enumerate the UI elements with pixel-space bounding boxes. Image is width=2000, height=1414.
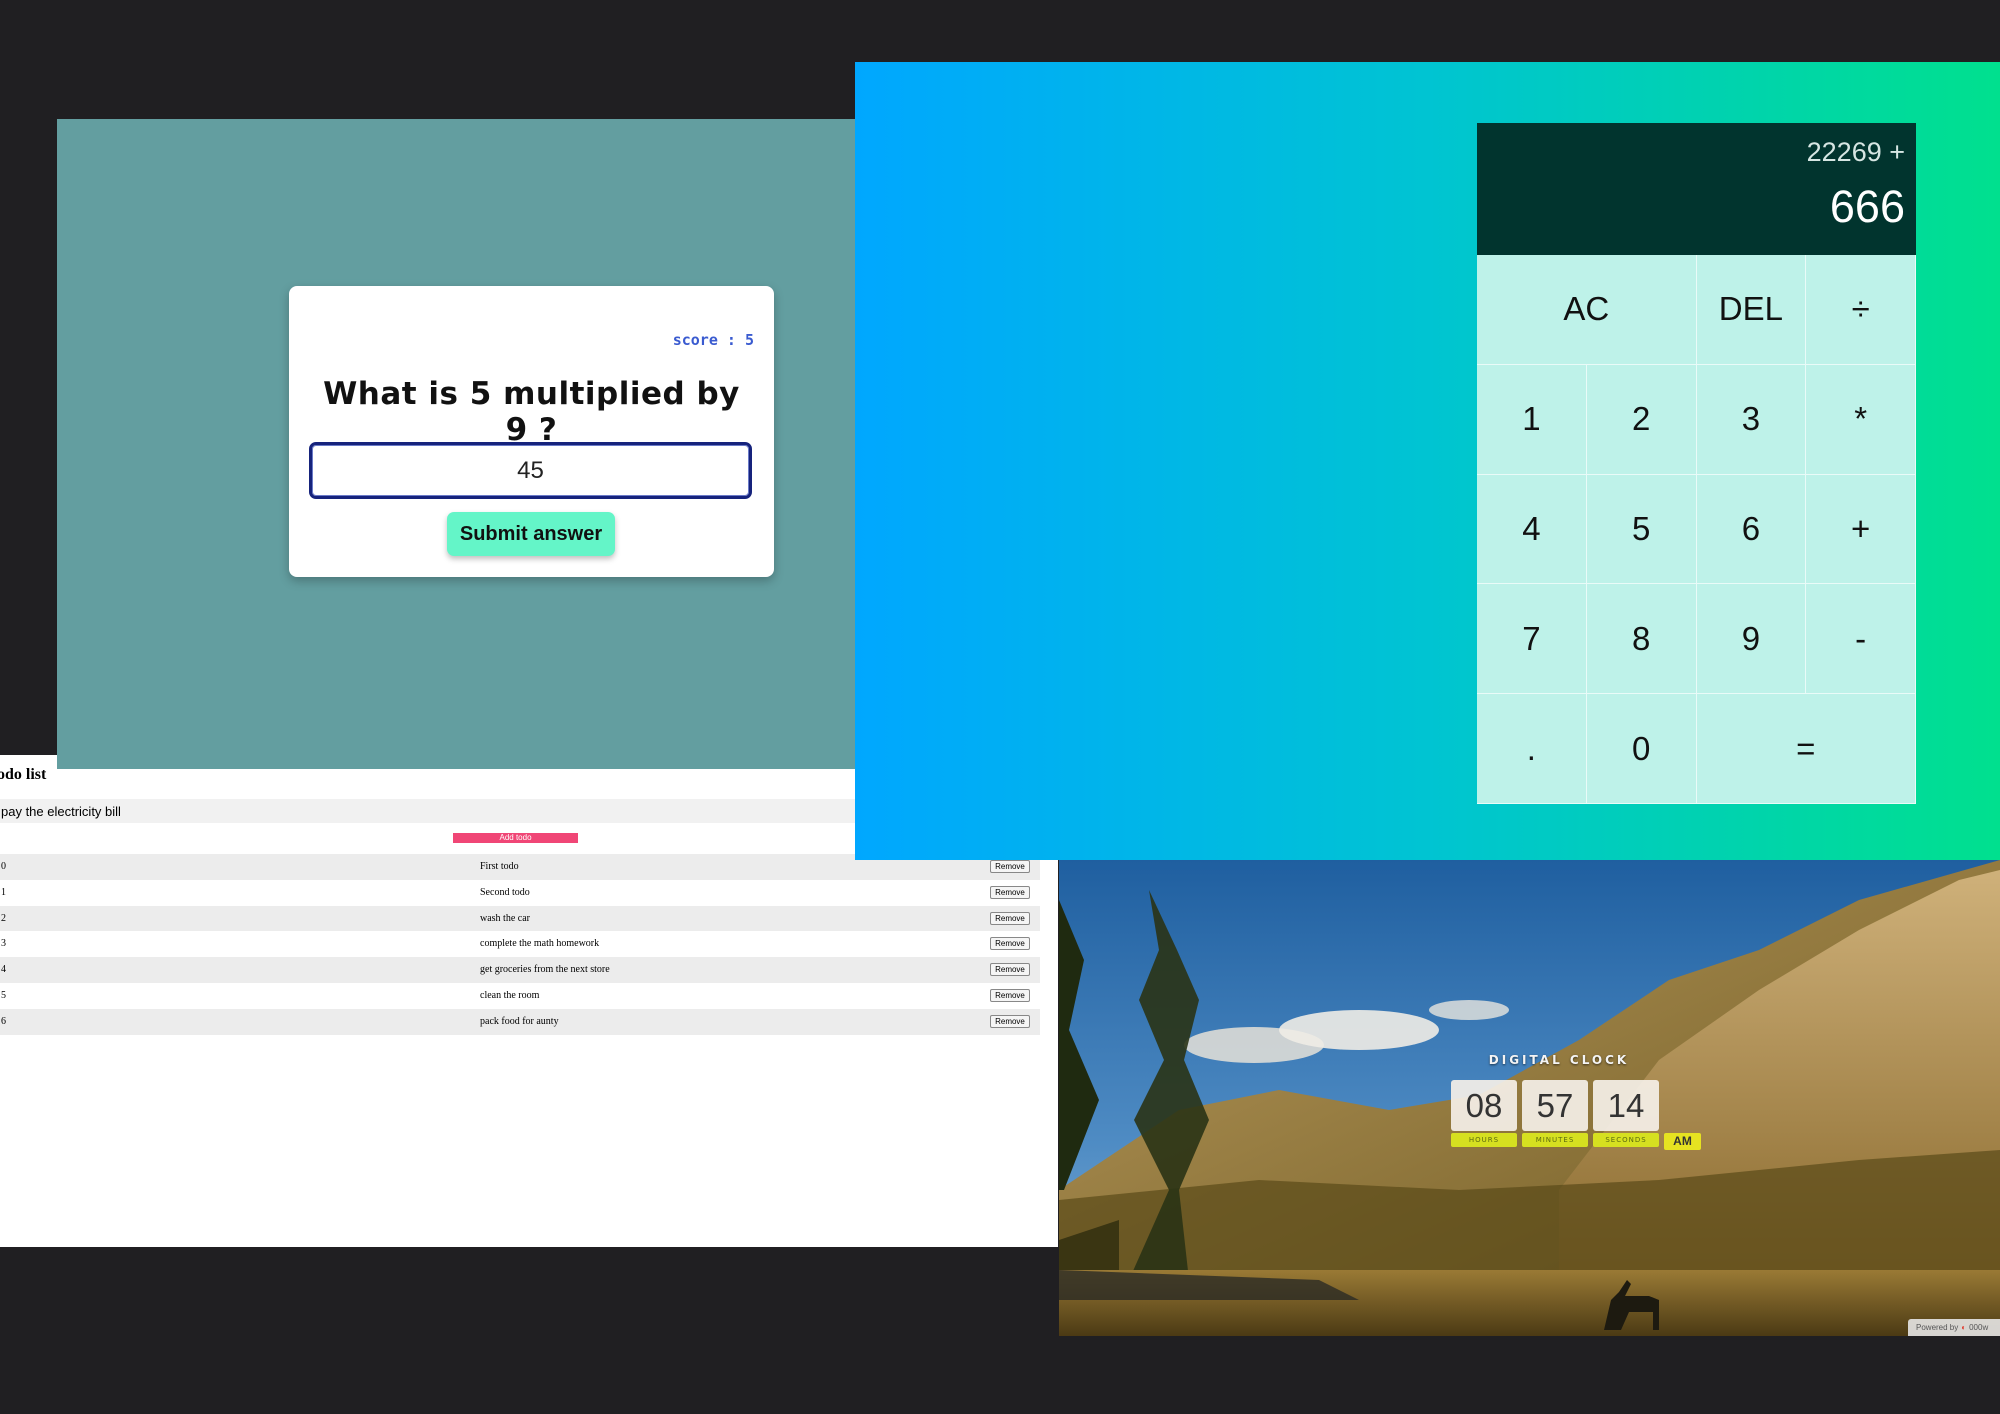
- todo-index: 0: [1, 861, 6, 872]
- digit-7-key[interactable]: 7: [1477, 584, 1587, 695]
- clock-title: DIGITAL CLOCK: [1488, 1053, 1630, 1067]
- am-pm-badge: AM: [1664, 1133, 1701, 1150]
- todo-index: 3: [1, 938, 6, 950]
- all-clear-key[interactable]: AC: [1477, 255, 1697, 365]
- submit-answer-button[interactable]: Submit answer: [447, 512, 615, 556]
- digit-8-key[interactable]: 8: [1586, 584, 1697, 695]
- hours-unit: 08 HOURS: [1451, 1080, 1517, 1147]
- todo-text: pack food for aunty: [480, 1015, 559, 1027]
- todo-index: 6: [1, 1015, 6, 1027]
- hours-value: 08: [1451, 1080, 1517, 1131]
- score-label: score : 5: [672, 331, 754, 349]
- minutes-label: MINUTES: [1522, 1133, 1588, 1147]
- digital-clock-app-window: DIGITAL CLOCK 08 HOURS 57 MINUTES 14 SEC…: [1059, 860, 2000, 1336]
- divide-key[interactable]: ÷: [1806, 255, 1916, 365]
- todo-row: 3 complete the math homework Remove: [0, 931, 1040, 957]
- equals-key[interactable]: =: [1696, 694, 1916, 804]
- calculator-app-window: 22269 + 666 AC DEL ÷ 1 2 3 * 4 5 6 + 7 8…: [855, 62, 2000, 860]
- powered-by-text: Powered by: [1916, 1323, 1959, 1332]
- todo-row: 2 wash the car Remove: [0, 905, 1040, 932]
- remove-todo-button[interactable]: Remove: [990, 988, 1030, 1002]
- todo-input[interactable]: [0, 799, 855, 823]
- quiz-app-window: score : 5 What is 5 multiplied by 9 ? Su…: [57, 119, 857, 769]
- todo-row: 1 Second todo Remove: [0, 880, 1040, 906]
- todo-row: 5 clean the room Remove: [0, 983, 1040, 1009]
- digit-3-key[interactable]: 3: [1696, 364, 1807, 475]
- minutes-value: 57: [1522, 1080, 1588, 1131]
- todo-index: 1: [1, 886, 6, 898]
- todo-text: First todo: [480, 861, 519, 872]
- powered-by-badge[interactable]: Powered by ◐ 000w: [1908, 1319, 2000, 1336]
- decimal-key[interactable]: .: [1477, 694, 1587, 804]
- current-operand: 666: [1829, 181, 1905, 232]
- digit-1-key[interactable]: 1: [1477, 364, 1587, 475]
- todo-index: 2: [1, 912, 6, 924]
- subtract-key[interactable]: -: [1806, 584, 1916, 695]
- previous-operand: 22269 +: [1806, 137, 1905, 167]
- remove-todo-button[interactable]: Remove: [990, 860, 1030, 873]
- digit-5-key[interactable]: 5: [1586, 474, 1697, 585]
- todo-row: 6 pack food for aunty Remove: [0, 1008, 1040, 1035]
- multiply-key[interactable]: *: [1806, 364, 1916, 475]
- delete-key[interactable]: DEL: [1696, 255, 1807, 365]
- todo-index: 5: [1, 989, 6, 1001]
- todo-title: odo list: [0, 766, 47, 783]
- add-todo-button[interactable]: Add todo: [453, 833, 578, 843]
- digit-0-key[interactable]: 0: [1586, 694, 1697, 804]
- minutes-unit: 57 MINUTES: [1522, 1080, 1588, 1147]
- todo-text: Second todo: [480, 886, 530, 898]
- todo-row: 4 get groceries from the next store Remo…: [0, 957, 1040, 983]
- digit-6-key[interactable]: 6: [1696, 474, 1807, 585]
- remove-todo-button[interactable]: Remove: [990, 885, 1030, 899]
- remove-todo-button[interactable]: Remove: [990, 911, 1030, 925]
- host-logo-icon: ◐: [1961, 1323, 1967, 1332]
- todo-index: 4: [1, 964, 6, 976]
- seconds-unit: 14 SECONDS: [1593, 1080, 1659, 1147]
- todo-text: wash the car: [480, 912, 530, 924]
- quiz-question: What is 5 multiplied by 9 ?: [323, 376, 740, 448]
- remove-todo-button[interactable]: Remove: [990, 1014, 1030, 1028]
- todo-text: clean the room: [480, 989, 540, 1001]
- calculator-keypad: AC DEL ÷ 1 2 3 * 4 5 6 + 7 8 9 - . 0 =: [1477, 255, 1916, 804]
- digit-4-key[interactable]: 4: [1477, 474, 1587, 585]
- add-key[interactable]: +: [1806, 474, 1916, 585]
- todo-text: get groceries from the next store: [480, 964, 610, 976]
- digit-9-key[interactable]: 9: [1696, 584, 1807, 695]
- remove-todo-button[interactable]: Remove: [990, 963, 1030, 977]
- seconds-label: SECONDS: [1593, 1133, 1659, 1147]
- calculator: 22269 + 666 AC DEL ÷ 1 2 3 * 4 5 6 + 7 8…: [1477, 123, 1916, 804]
- quiz-card: score : 5 What is 5 multiplied by 9 ? Su…: [289, 286, 774, 577]
- todo-text: complete the math homework: [480, 938, 600, 950]
- todo-list: 0 First todo Remove 1 Second todo Remove…: [0, 854, 1040, 1035]
- answer-input[interactable]: [309, 442, 752, 499]
- remove-todo-button[interactable]: Remove: [990, 937, 1030, 951]
- calculator-display: 22269 + 666: [1477, 123, 1916, 255]
- digit-2-key[interactable]: 2: [1586, 364, 1697, 475]
- seconds-value: 14: [1593, 1080, 1659, 1131]
- powered-by-brand: 000w: [1969, 1323, 1989, 1332]
- hours-label: HOURS: [1451, 1133, 1517, 1147]
